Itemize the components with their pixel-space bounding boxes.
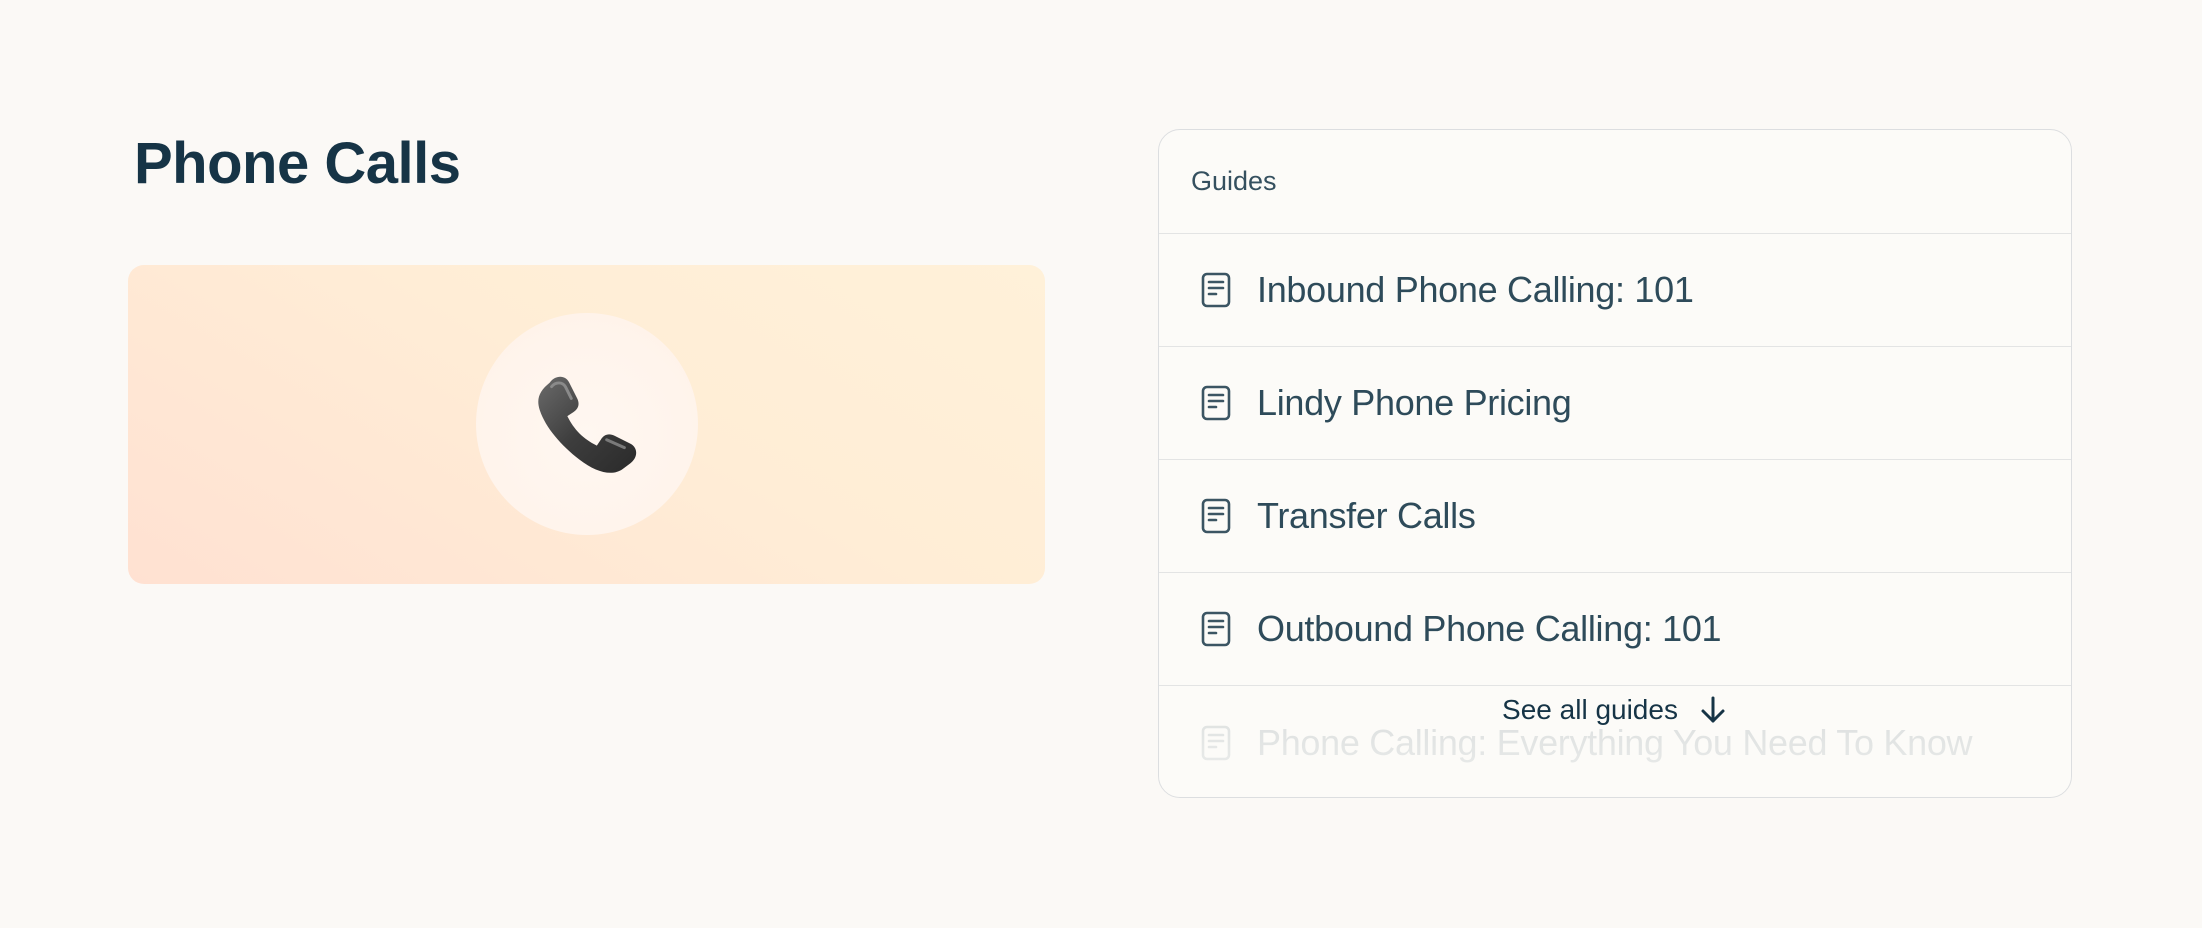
hero-banner [128,265,1045,584]
guide-item-label: Inbound Phone Calling: 101 [1257,269,1694,310]
document-icon [1201,272,1231,308]
document-icon [1201,498,1231,534]
guide-item-lindy-phone-pricing[interactable]: Lindy Phone Pricing [1159,347,2071,460]
telephone-receiver-icon [538,376,637,473]
see-all-guides-button[interactable]: See all guides [1159,694,2071,726]
guide-item-inbound-phone-calling[interactable]: Inbound Phone Calling: 101 [1159,234,2071,347]
guide-item-label: Transfer Calls [1257,495,1476,536]
document-icon [1201,725,1231,760]
document-icon [1201,385,1231,421]
page-title: Phone Calls [134,131,461,196]
guide-item-label: Lindy Phone Pricing [1257,382,1572,423]
see-all-guides-label: See all guides [1502,694,1678,725]
guides-header: Guides [1159,130,2071,234]
guides-card: Guides Inbound Phone Calling: 101 Lindy … [1158,129,2072,798]
arrow-down-icon [1701,696,1725,723]
guide-item-label: Outbound Phone Calling: 101 [1257,608,1722,649]
guide-item-outbound-phone-calling[interactable]: Outbound Phone Calling: 101 [1159,573,2071,686]
document-icon [1201,611,1231,647]
hero-icon-circle [476,313,698,535]
guide-item-transfer-calls[interactable]: Transfer Calls [1159,460,2071,573]
guide-item-label: Phone Calling: Everything You Need To Kn… [1257,721,1973,763]
